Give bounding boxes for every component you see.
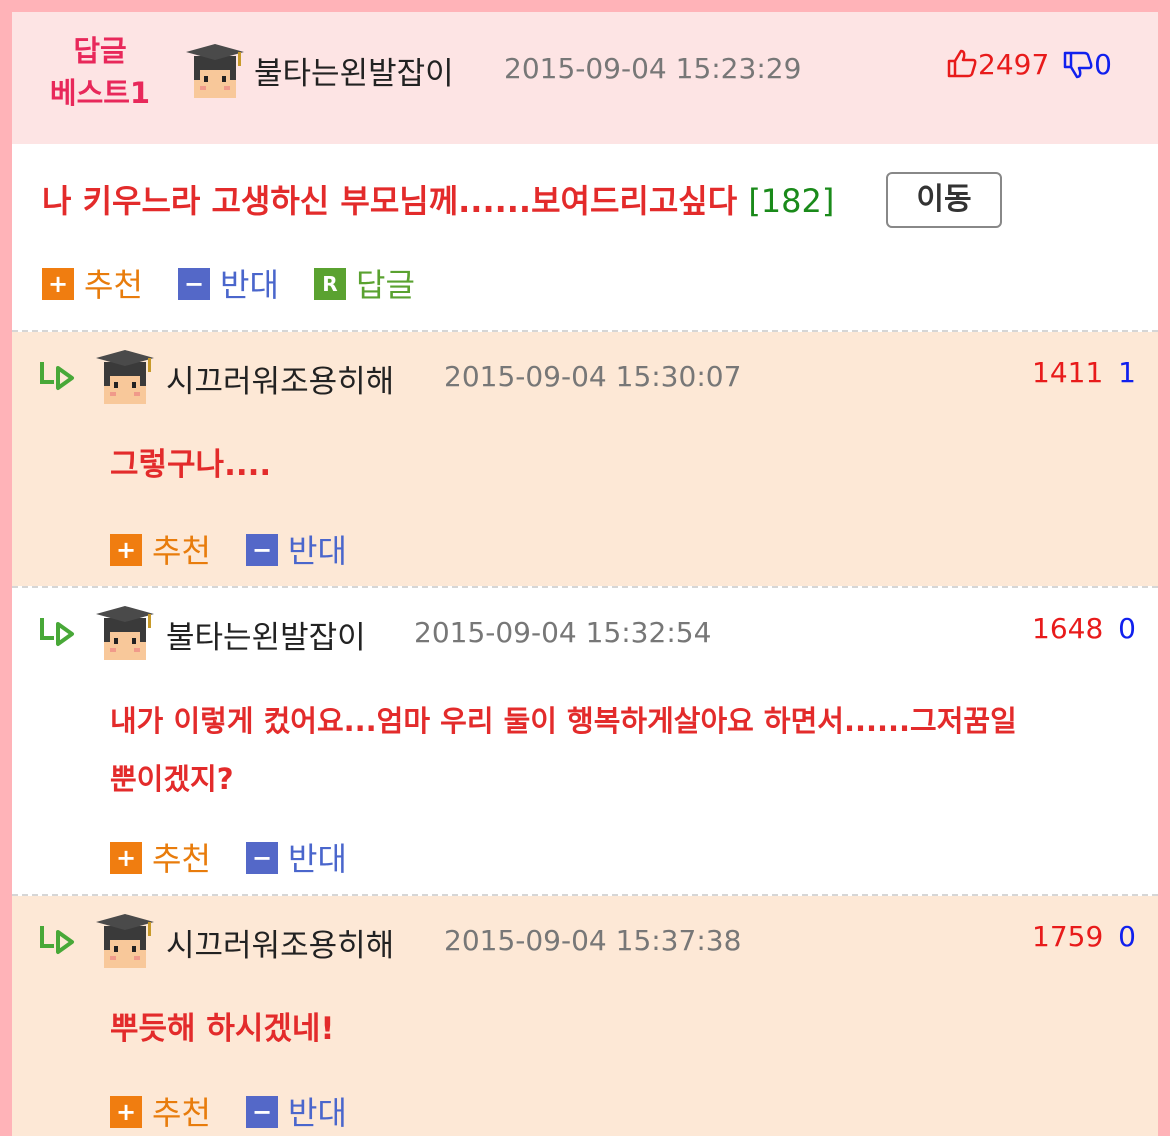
recommend-button[interactable]: + 추천 — [110, 1088, 211, 1134]
oppose-label: 반대 — [288, 1094, 347, 1132]
reply-arrow-icon — [40, 924, 74, 954]
up-count: 1648 — [1032, 612, 1104, 645]
recommend-label: 추천 — [152, 532, 211, 570]
minus-icon: − — [246, 1096, 278, 1128]
reply-text: 내가 이렇게 컸어요...엄마 우리 둘이 행복하게살아요 하면서......그… — [110, 688, 1017, 812]
reply-text-line1: 내가 이렇게 컸어요...엄마 우리 둘이 행복하게살아요 하면서......그… — [110, 704, 1017, 738]
recommend-button[interactable]: + 추천 — [110, 834, 211, 880]
reply-r-icon: R — [314, 268, 346, 300]
post-datetime: 2015-09-04 15:30:07 — [444, 360, 742, 393]
post-title[interactable]: 나 키우느라 고생하신 부모님께......보여드리고싶다 — [42, 182, 737, 220]
oppose-label: 반대 — [288, 532, 347, 570]
vote-counts: 1759 0 — [1032, 920, 1136, 953]
best-badge-line2: 베스트1 — [49, 76, 151, 110]
post-datetime: 2015-09-04 15:23:29 — [504, 52, 802, 85]
plus-icon: + — [110, 1096, 142, 1128]
reply-label: 답글 — [356, 266, 415, 304]
up-count: 1759 — [1032, 920, 1104, 953]
reply-text-line2: 뿐이겠지? — [110, 762, 234, 796]
author-nickname[interactable]: 시끄러워조용히해 — [166, 920, 394, 965]
minus-icon: − — [246, 534, 278, 566]
student-avatar-icon — [96, 606, 154, 660]
oppose-button[interactable]: − 반대 — [246, 1088, 347, 1134]
oppose-button[interactable]: − 반대 — [246, 526, 347, 572]
reply-button[interactable]: R 답글 — [314, 260, 415, 306]
post-datetime: 2015-09-04 15:32:54 — [414, 616, 712, 649]
student-avatar-icon — [186, 44, 244, 98]
oppose-label: 반대 — [288, 840, 347, 878]
plus-icon: + — [42, 268, 74, 300]
minus-icon: − — [246, 842, 278, 874]
best-comment-header: 답글 베스트1 불타는왼발잡이 2015-09-04 15:23:29 2497… — [12, 12, 1158, 144]
post-title-link[interactable]: 나 키우느라 고생하신 부모님께......보여드리고싶다 [182] — [42, 176, 834, 222]
oppose-button[interactable]: − 반대 — [178, 260, 279, 306]
vote-counts: 1411 1 — [1032, 356, 1136, 389]
reply-arrow-icon — [40, 360, 74, 390]
best-badge-line1: 답글 — [73, 34, 127, 68]
thumbs-down-icon — [1063, 51, 1093, 79]
plus-icon: + — [110, 842, 142, 874]
up-count: 1411 — [1032, 356, 1104, 389]
oppose-label: 반대 — [220, 266, 279, 304]
reply-arrow-icon — [40, 616, 74, 646]
up-count: 2497 — [978, 48, 1050, 81]
thumbs-up-icon — [947, 49, 977, 78]
author-nickname[interactable]: 시끄러워조용히해 — [166, 356, 394, 401]
reply-text: 그렇구나.... — [110, 447, 272, 483]
down-count: 0 — [1094, 48, 1112, 81]
down-count: 0 — [1118, 920, 1136, 953]
down-count: 1 — [1118, 356, 1136, 389]
recommend-label: 추천 — [152, 1094, 211, 1132]
recommend-label: 추천 — [84, 266, 143, 304]
student-avatar-icon — [96, 914, 154, 968]
vote-counts: 1648 0 — [1032, 612, 1136, 645]
recommend-label: 추천 — [152, 840, 211, 878]
reply-text: 뿌듯해 하시겠네! — [110, 1011, 335, 1047]
minus-icon: − — [178, 268, 210, 300]
recommend-button[interactable]: + 추천 — [110, 526, 211, 572]
down-count: 0 — [1118, 612, 1136, 645]
author-nickname[interactable]: 불타는왼발잡이 — [254, 48, 454, 93]
comment-panel: 답글 베스트1 불타는왼발잡이 2015-09-04 15:23:29 2497… — [12, 12, 1158, 1136]
author-nickname[interactable]: 불타는왼발잡이 — [166, 612, 366, 657]
recommend-button[interactable]: + 추천 — [42, 260, 143, 306]
post-datetime: 2015-09-04 15:37:38 — [444, 924, 742, 957]
student-avatar-icon — [96, 350, 154, 404]
comment-count: [182] — [748, 182, 835, 220]
move-button[interactable]: 이동 — [886, 172, 1002, 228]
vote-counts: 2497 0 — [946, 48, 1112, 82]
plus-icon: + — [110, 534, 142, 566]
best-badge: 답글 베스트1 — [40, 30, 160, 114]
oppose-button[interactable]: − 반대 — [246, 834, 347, 880]
